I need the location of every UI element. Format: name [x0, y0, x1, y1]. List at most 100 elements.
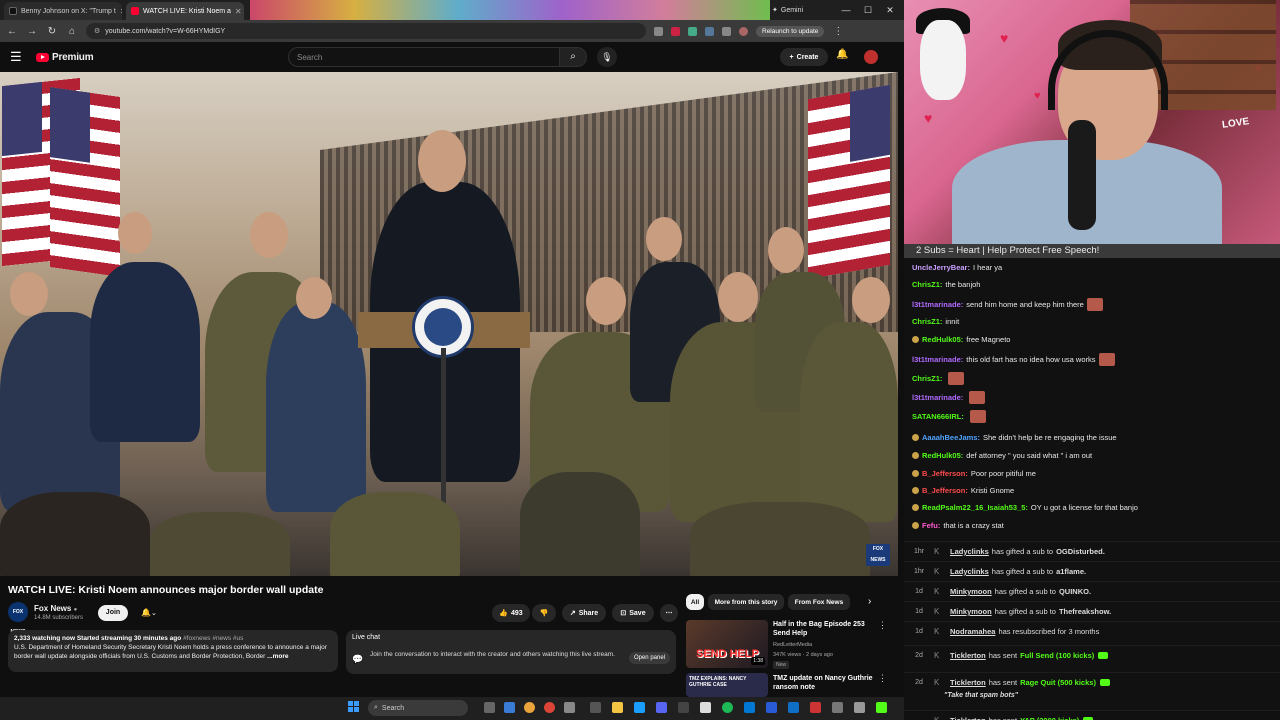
event-user[interactable]: Ladyclinks	[950, 567, 989, 576]
profile-icon[interactable]	[739, 26, 748, 36]
app-icon[interactable]	[788, 702, 799, 713]
chat-username[interactable]: ReadPsalm22_16_Isaiah53_5:	[922, 503, 1028, 512]
chat-username[interactable]: B_Jefferson:	[922, 486, 968, 495]
extension-icon[interactable]	[705, 26, 714, 36]
youtube-logo[interactable]: Premium	[36, 52, 94, 63]
reload-icon[interactable]: ↻	[46, 26, 58, 37]
channel-name[interactable]: Fox News ●	[34, 604, 77, 613]
voice-search-button[interactable]: 🎙	[597, 47, 617, 67]
chrome-profile-icon[interactable]	[544, 702, 555, 713]
video-description[interactable]: 2,333 watching now Started streaming 30 …	[8, 630, 338, 672]
like-button[interactable]: 👍 493	[492, 604, 530, 622]
chat-username[interactable]: l3t1tmarinade:	[912, 393, 963, 402]
chat-username[interactable]: RedHulk05:	[922, 335, 963, 344]
video-player[interactable]: FOX NEWS	[0, 72, 898, 576]
close-tab-icon[interactable]: ✕	[120, 7, 122, 16]
chat-username[interactable]: UncleJerryBear:	[912, 263, 970, 272]
windows-start-icon[interactable]	[348, 701, 359, 712]
open-panel-button[interactable]: Open panel	[628, 652, 670, 664]
channel-avatar[interactable]: FOX NEWS	[8, 602, 28, 635]
rec-title[interactable]: TMZ update on Nancy Guthrie ransom note	[773, 674, 873, 692]
relaunch-button[interactable]: Relaunch to update	[756, 25, 825, 37]
chat-emote-icon	[1086, 298, 1103, 311]
more-actions-button[interactable]: ⋯	[660, 604, 678, 622]
hamburger-menu-icon[interactable]: ☰	[10, 49, 26, 65]
minimize-button[interactable]: —	[836, 2, 856, 18]
extension-icon[interactable]	[722, 26, 731, 36]
notifications-bell-icon[interactable]: 🔔	[836, 49, 848, 60]
discord-icon[interactable]	[656, 702, 667, 713]
rec-title[interactable]: Half in the Bag Episode 253 Send Help	[773, 620, 873, 638]
chip-from-fox-news[interactable]: From Fox News	[788, 594, 850, 610]
app-icon[interactable]	[810, 702, 821, 713]
description-tags[interactable]: #foxnews #news #us	[183, 635, 243, 642]
create-button[interactable]: + Create	[780, 48, 828, 66]
save-button[interactable]: ⊡ Save	[612, 604, 654, 622]
maximize-button[interactable]: ☐	[858, 2, 878, 18]
taskbar-search[interactable]: ⌕ Search	[368, 700, 468, 716]
chat-username[interactable]: ChrisZ1:	[912, 374, 942, 383]
chat-username[interactable]: ChrisZ1:	[912, 317, 942, 326]
chip-all[interactable]: All	[686, 594, 704, 610]
app-icon[interactable]	[678, 702, 689, 713]
chat-username[interactable]: RedHulk05:	[922, 451, 963, 460]
event-user[interactable]: Ladyclinks	[950, 547, 989, 556]
close-tab-icon[interactable]: ✕	[235, 7, 242, 16]
file-explorer-icon[interactable]	[612, 702, 623, 713]
browser-tab-youtube[interactable]: WATCH LIVE: Kristi Noem a ✕	[126, 2, 244, 20]
url-field[interactable]: ⚙ youtube.com/watch?v=W-66HYMdIGY	[86, 23, 646, 39]
extension-icon[interactable]	[671, 26, 680, 36]
app-icon[interactable]	[564, 702, 575, 713]
extension-icon[interactable]	[654, 26, 663, 36]
chip-more-from-story[interactable]: More from this story	[708, 594, 784, 610]
app-icon[interactable]	[766, 702, 777, 713]
description-more-link[interactable]: ...more	[267, 653, 288, 660]
event-user[interactable]: Ticklerton	[950, 651, 986, 660]
forward-icon[interactable]: →	[26, 26, 38, 37]
app-icon[interactable]	[832, 702, 843, 713]
search-button[interactable]: ⌕	[559, 47, 587, 67]
search-input[interactable]: Search	[288, 47, 560, 67]
chat-username[interactable]: l3t1tmarinade:	[912, 355, 963, 364]
chat-username[interactable]: B_Jefferson:	[922, 469, 968, 478]
app-icon[interactable]	[744, 702, 755, 713]
app-icon[interactable]	[590, 702, 601, 713]
rec-thumbnail[interactable]: TMZ EXPLAINS: NANCY GUTHRIE CASE	[686, 673, 768, 697]
chevron-right-icon[interactable]: ›	[868, 596, 871, 607]
more-menu-icon[interactable]: ⋮	[832, 26, 844, 37]
task-view-icon[interactable]	[484, 702, 495, 713]
subscribe-notification-button[interactable]: 🔔⌄	[136, 605, 162, 621]
event-user[interactable]: Minkymoon	[950, 587, 992, 596]
browser-tab-x[interactable]: Benny Johnson on X: "Trump t ✕	[4, 2, 122, 20]
share-button[interactable]: ↗ Share	[562, 604, 606, 622]
home-icon[interactable]: ⌂	[66, 26, 78, 37]
app-icon[interactable]	[700, 702, 711, 713]
chat-username[interactable]: AaaahBeeJams:	[922, 433, 980, 442]
kick-icon[interactable]	[876, 702, 887, 713]
extension-icon[interactable]	[688, 26, 697, 36]
chrome-icon[interactable]	[524, 702, 535, 713]
rec-menu-icon[interactable]: ⋮	[878, 673, 887, 684]
chat-username[interactable]: Fefu:	[922, 521, 940, 530]
rec-channel[interactable]: RedLetterMedia	[773, 642, 812, 649]
join-button[interactable]: Join	[98, 605, 128, 621]
dislike-button[interactable]: 👎	[532, 604, 556, 622]
event-user[interactable]: Nodramahea	[950, 627, 995, 636]
back-icon[interactable]: ←	[6, 26, 18, 37]
rec-thumbnail[interactable]: SEND HELP 1:38	[686, 620, 768, 668]
event-user[interactable]: Minkymoon	[950, 607, 992, 616]
rec-menu-icon[interactable]: ⋮	[878, 620, 887, 631]
steam-icon[interactable]	[634, 702, 645, 713]
spotify-icon[interactable]	[722, 702, 733, 713]
gemini-button[interactable]: ✦ Gemini	[772, 3, 832, 17]
chat-username[interactable]: SATAN666IRL:	[912, 412, 964, 421]
site-info-icon[interactable]: ⚙	[94, 27, 100, 35]
account-avatar[interactable]	[864, 50, 878, 64]
app-icon[interactable]	[854, 702, 865, 713]
chat-username[interactable]: ChrisZ1:	[912, 280, 942, 289]
event-user[interactable]: Ticklerton	[950, 716, 986, 720]
close-window-button[interactable]: ✕	[880, 2, 900, 18]
chat-username[interactable]: l3t1tmarinade:	[912, 300, 963, 309]
event-user[interactable]: Ticklerton	[950, 678, 986, 687]
edge-icon[interactable]	[504, 702, 515, 713]
